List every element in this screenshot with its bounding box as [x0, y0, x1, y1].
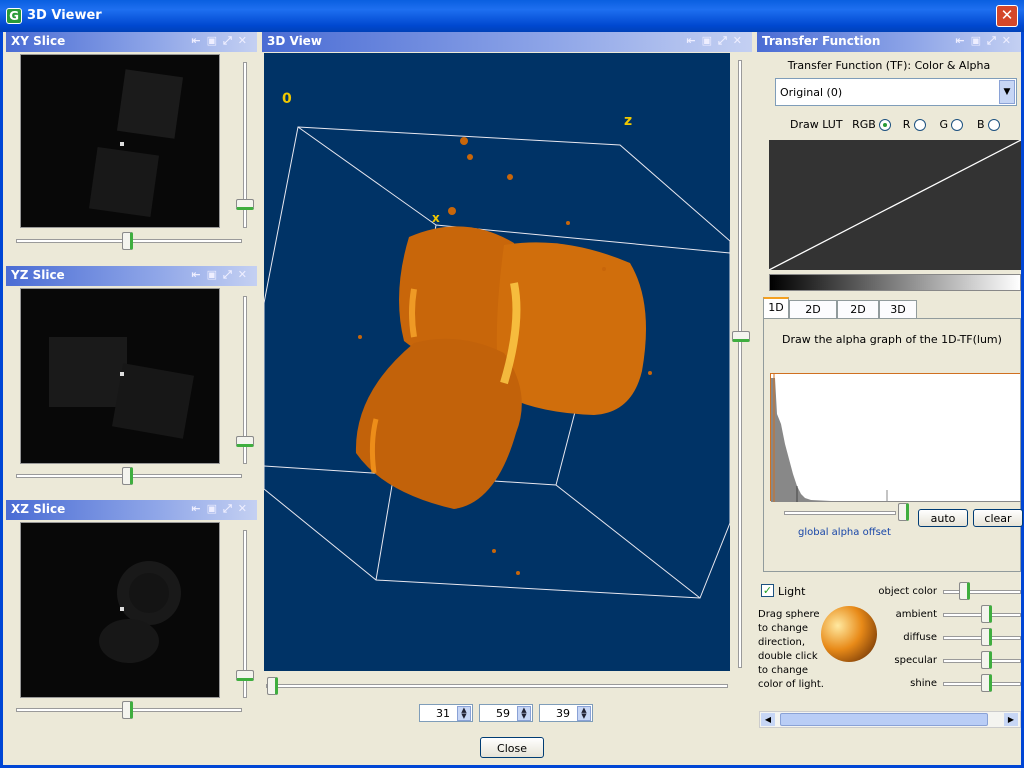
channel-rgb-radio[interactable] [879, 119, 892, 131]
xz-slice-panel: XZ Slice ⇤▣⤢✕ [6, 500, 257, 732]
tab-2d-grad[interactable]: 2D Grad [789, 300, 837, 329]
xy-slice-panel: XY Slice ⇤▣⤢✕ [6, 32, 257, 264]
yz-horizontal-slider[interactable] [122, 467, 133, 485]
xy-slice-image[interactable] [20, 54, 220, 228]
channel-g-radio[interactable] [951, 119, 964, 131]
clear-button[interactable]: clear [973, 509, 1023, 527]
coord-y-spinner[interactable]: 59 ▲ ▼ [479, 704, 533, 722]
xz-slice-header[interactable]: XZ Slice ⇤▣⤢✕ [6, 500, 257, 520]
global-alpha-track[interactable] [784, 511, 896, 515]
tab-3d-fill[interactable]: 3D Fill [879, 300, 917, 329]
scroll-thumb[interactable] [780, 713, 988, 726]
panel-controls-icon[interactable]: ⇤▣⤢✕ [191, 268, 253, 282]
tab-1d[interactable]: 1D [763, 297, 789, 319]
panel-controls-icon[interactable]: ⇤▣⤢✕ [955, 34, 1017, 48]
tf-heading: Transfer Function (TF): Color & Alpha [787, 59, 991, 72]
tf-title: Transfer Function [762, 34, 881, 48]
3d-view-header[interactable]: 3D View ⇤▣⤢✕ [262, 32, 752, 52]
coord-z-value: 39 [556, 707, 570, 720]
yz-depth-slider[interactable] [236, 436, 254, 447]
channel-r-radio[interactable] [913, 119, 926, 131]
spinner-arrows-icon[interactable]: ▲ ▼ [517, 706, 531, 721]
scroll-right-icon[interactable]: ▶ [1004, 713, 1018, 726]
3d-view-title: 3D View [267, 34, 322, 48]
specular-label: specular [894, 655, 937, 666]
channel-g-label: G [939, 118, 948, 131]
spinner-arrows-icon[interactable]: ▲ ▼ [577, 706, 591, 721]
shine-slider[interactable] [981, 674, 992, 692]
lut-gradient-bar [769, 274, 1021, 291]
tf-tab-content: Draw the alpha graph of the 1D-TF(lum) g… [763, 318, 1023, 572]
diffuse-slider[interactable] [981, 628, 992, 646]
xz-slice-image[interactable] [20, 522, 220, 698]
ambient-slider[interactable] [981, 605, 992, 623]
coord-x-spinner[interactable]: 31 ▲ ▼ [419, 704, 473, 722]
3d-view-panel: 3D View ⇤▣⤢✕ 0 x z 31 ▲ ▼ 59 ▲ ▼ 39 ▲ ▼ [262, 32, 752, 732]
app-icon: G [6, 8, 22, 24]
global-alpha-slider[interactable] [898, 503, 909, 521]
window-title: 3D Viewer [27, 8, 102, 23]
light-help-text: Drag sphere to change direction, double … [758, 609, 824, 690]
alpha-histogram-graph[interactable] [770, 373, 1021, 502]
close-button[interactable]: Close [480, 737, 544, 758]
specular-slider[interactable] [981, 651, 992, 669]
diffuse-label: diffuse [903, 632, 937, 643]
x-axis-label: x [432, 211, 440, 225]
z-axis-label: z [624, 113, 633, 129]
spinner-arrows-icon[interactable]: ▲ ▼ [457, 706, 471, 721]
tf-horizontal-scrollbar[interactable]: ◀ ▶ [759, 711, 1021, 728]
channel-b-label: B [976, 118, 985, 131]
tf-preset-value: Original (0) [780, 86, 843, 99]
panel-controls-icon[interactable]: ⇤▣⤢✕ [191, 34, 253, 48]
yz-slice-image[interactable] [20, 288, 220, 464]
channel-b-radio[interactable] [988, 119, 1001, 131]
coord-y-value: 59 [496, 707, 510, 720]
xy-slice-header[interactable]: XY Slice ⇤▣⤢✕ [6, 32, 257, 52]
xy-slice-title: XY Slice [11, 34, 66, 48]
xy-depth-slider[interactable] [236, 199, 254, 210]
chevron-down-icon[interactable]: ▼ [999, 80, 1015, 104]
window-close-button[interactable]: ✕ [996, 5, 1018, 27]
ambient-label: ambient [895, 609, 937, 620]
scroll-left-icon[interactable]: ◀ [761, 713, 775, 726]
xz-depth-slider[interactable] [236, 670, 254, 681]
tf-header[interactable]: Transfer Function ⇤▣⤢✕ [757, 32, 1021, 52]
3d-vertical-slider[interactable] [732, 331, 750, 342]
3d-horizontal-track[interactable] [266, 684, 728, 688]
light-checkbox[interactable]: ✓ [761, 584, 774, 597]
lut-graph[interactable] [768, 139, 1022, 271]
panel-controls-icon[interactable]: ⇤▣⤢✕ [686, 34, 748, 48]
auto-button[interactable]: auto [918, 509, 968, 527]
object-color-track[interactable] [943, 590, 1021, 594]
yz-slice-panel: YZ Slice ⇤▣⤢✕ [6, 266, 257, 498]
coord-z-spinner[interactable]: 39 ▲ ▼ [539, 704, 593, 722]
window-frame: XY Slice ⇤▣⤢✕ YZ Slice ⇤▣⤢✕ XZ Slice ⇤▣⤢… [0, 32, 1024, 768]
tf-preset-select[interactable]: Original (0) ▼ [775, 78, 1017, 106]
alpha-graph-caption: Draw the alpha graph of the 1D-TF(lum) [782, 333, 1002, 346]
object-color-label: object color [878, 586, 937, 597]
channel-r-label: R [902, 118, 911, 131]
3d-horizontal-slider[interactable] [267, 677, 278, 695]
shine-label: shine [910, 678, 937, 689]
transfer-function-panel: Transfer Function ⇤▣⤢✕ Transfer Function… [757, 32, 1023, 732]
xy-horizontal-slider[interactable] [122, 232, 133, 250]
panel-controls-icon[interactable]: ⇤▣⤢✕ [191, 502, 253, 516]
draw-lut-row: Draw LUT RGB R G B [790, 118, 1001, 131]
tab-2d-md[interactable]: 2D MD [837, 300, 879, 329]
yz-slice-header[interactable]: YZ Slice ⇤▣⤢✕ [6, 266, 257, 286]
draw-lut-label: Draw LUT [790, 118, 843, 131]
yz-slice-title: YZ Slice [11, 268, 65, 282]
window-titlebar [0, 0, 1024, 32]
3d-render-canvas[interactable]: 0 x z [264, 53, 730, 671]
xz-slice-title: XZ Slice [11, 502, 66, 516]
light-label: Light [778, 585, 806, 598]
volume-render [355, 137, 652, 575]
object-color-slider[interactable] [959, 582, 970, 600]
3d-vertical-track[interactable] [738, 60, 742, 668]
channel-rgb-label: RGB [852, 118, 876, 131]
global-alpha-label: global alpha offset [798, 527, 891, 538]
origin-axis-label: 0 [282, 91, 292, 107]
coord-x-value: 31 [436, 707, 450, 720]
xz-horizontal-slider[interactable] [122, 701, 133, 719]
